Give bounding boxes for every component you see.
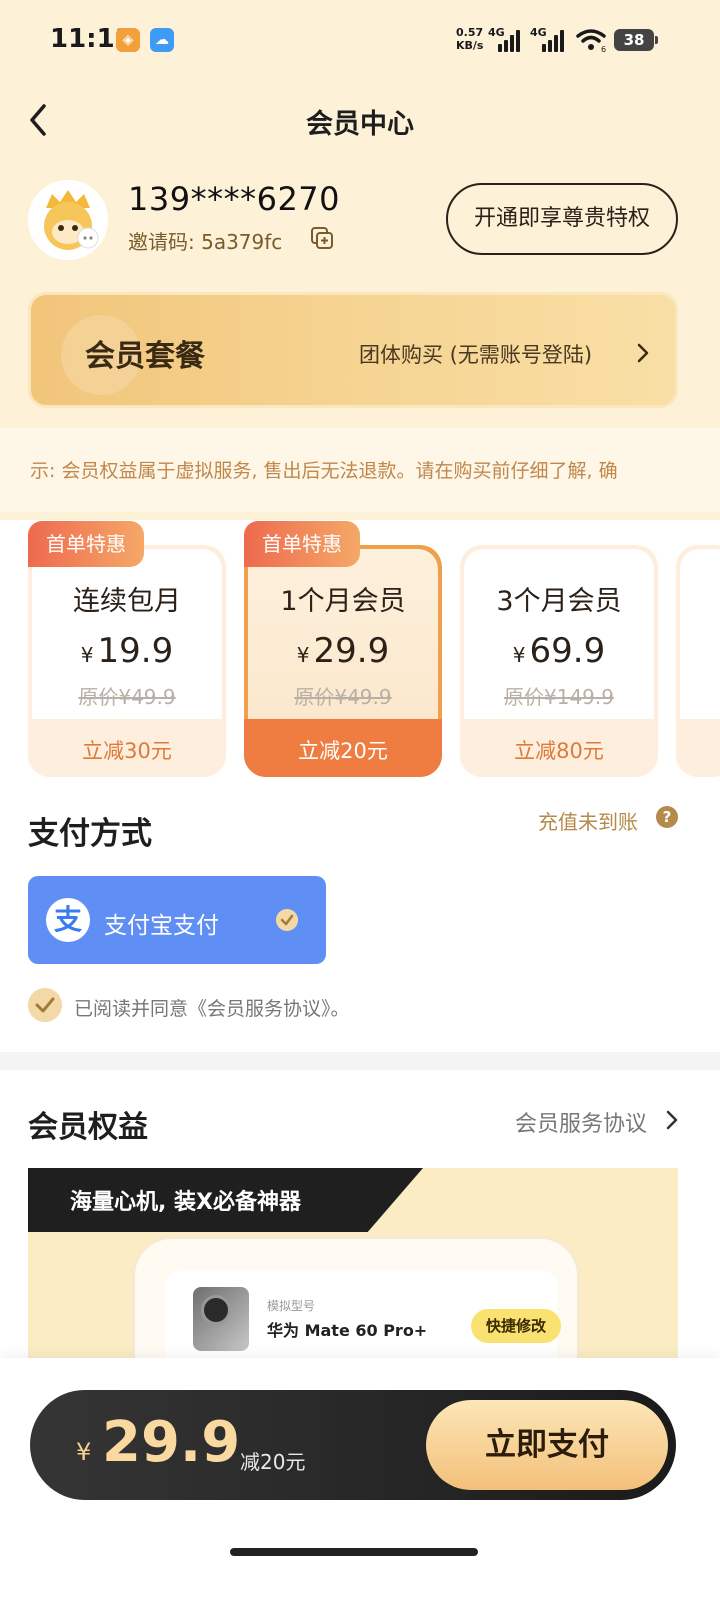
home-indicator[interactable] — [230, 1548, 478, 1556]
plan-price-value: 19.9 — [97, 631, 174, 671]
alipay-label: 支付宝支付 — [104, 913, 219, 939]
plan-price: ¥19.9 — [32, 631, 222, 671]
status-bar: 11:11 ◈ ☁ 0.57 KB/s 4G 4G 6 38 — [0, 0, 720, 84]
alipay-option[interactable]: 支 支付宝支付 — [28, 876, 326, 964]
plan-original-price: 原价¥149.9 — [504, 685, 614, 709]
section-divider — [0, 1052, 720, 1070]
plan-body: 连续包月 ¥19.9 原价¥49.9 — [32, 549, 222, 719]
plan-body: 3个月会员 ¥69.9 原价¥149.9 — [464, 549, 654, 719]
plan-card-next[interactable] — [676, 545, 720, 777]
plan-name: 连续包月 — [73, 586, 181, 617]
plan-name: 1个月会员 — [280, 586, 406, 617]
currency-symbol: ¥ — [80, 643, 94, 667]
user-phone: 139****6270 — [128, 180, 341, 218]
phone-image — [193, 1287, 249, 1351]
weather-app-icon: ☁ — [150, 28, 174, 52]
wifi-icon: 6 — [576, 29, 606, 52]
invite-code: 邀请码: 5a379fc — [128, 230, 283, 254]
plan-price-value: 69.9 — [529, 631, 606, 671]
quick-edit-badge: 快捷修改 — [471, 1309, 561, 1343]
check-icon — [276, 909, 298, 931]
chevron-right-icon — [666, 1110, 678, 1130]
currency-symbol: ¥ — [512, 643, 526, 667]
notice-bar: 示: 会员权益属于虚拟服务, 售出后无法退款。请在购买前仔细了解, 确 — [0, 428, 720, 512]
first-order-tag: 首单特惠 — [244, 521, 360, 567]
total-discount: 减20元 — [240, 1450, 306, 1474]
banner-title: 海量心机, 装X必备神器 — [70, 1190, 301, 1215]
plan-card-3-month[interactable]: 3个月会员 ¥69.9 原价¥149.9 立减80元 — [460, 545, 658, 777]
network-speed-unit: KB/s — [456, 39, 484, 52]
benefits-title: 会员权益 — [28, 1110, 148, 1145]
avatar[interactable] — [28, 180, 108, 260]
service-agreement-link[interactable]: 会员服务协议 — [515, 1106, 647, 1138]
payment-method-title: 支付方式 — [28, 816, 152, 852]
group-buy-link[interactable]: 团体购买 (无需账号登陆) — [359, 339, 592, 369]
plan-discount: 立减30元 — [82, 739, 172, 763]
plan-card-monthly-auto[interactable]: 连续包月 ¥19.9 原价¥49.9 立减30元 — [28, 545, 226, 777]
chevron-right-icon — [637, 343, 649, 363]
plan-discount: 立减80元 — [514, 739, 604, 763]
demo-model-name: 华为 Mate 60 Pro+ — [267, 1321, 428, 1340]
package-title: 会员套餐 — [85, 339, 205, 374]
demo-sub-label: 模拟型号 — [267, 1299, 316, 1313]
wifi-channel: 6 — [601, 45, 606, 52]
membership-package-card[interactable]: 会员套餐 团体购买 (无需账号登陆) — [28, 292, 678, 408]
network-speed-value: 0.57 — [456, 26, 484, 39]
plan-original-price: 原价¥49.9 — [294, 685, 392, 709]
agreement-text[interactable]: 已阅读并同意《会员服务协议》。 — [74, 994, 350, 1021]
activate-vip-button[interactable]: 开通即享尊贵特权 — [446, 183, 678, 255]
copy-icon[interactable] — [310, 226, 334, 250]
plan-card-1-month[interactable]: 1个月会员 ¥29.9 原价¥49.9 立减20元 — [244, 545, 442, 777]
first-order-tag: 首单特惠 — [28, 521, 144, 567]
notice-text: 示: 会员权益属于虚拟服务, 售出后无法退款。请在购买前仔细了解, 确 — [30, 460, 618, 482]
battery-indicator: 38 — [614, 29, 658, 51]
signal-icon-2 — [540, 30, 566, 52]
network-speed: 0.57 KB/s — [456, 26, 483, 52]
phone-mockup: 模拟型号 华为 Mate 60 Pro+ 快捷修改 — [132, 1236, 580, 1358]
plan-body: 1个月会员 ¥29.9 原价¥49.9 — [248, 549, 438, 719]
recharge-help-link[interactable]: 充值未到账 — [538, 806, 638, 835]
plan-list: 连续包月 ¥19.9 原价¥49.9 立减30元 1个月会员 ¥29.9 原价¥… — [0, 520, 720, 780]
agreement-checkbox[interactable] — [28, 988, 62, 1022]
signal-icon — [496, 30, 522, 52]
benefit-banner[interactable]: 海量心机, 装X必备神器 模拟型号 华为 Mate 60 Pro+ 快捷修改 — [28, 1168, 678, 1358]
demo-model-row: 模拟型号 华为 Mate 60 Pro+ 快捷修改 — [165, 1271, 561, 1358]
plan-price-value: 29.9 — [313, 631, 390, 671]
checkout-bar: ¥ 29.9 减20元 立即支付 — [30, 1390, 676, 1500]
plan-body — [680, 549, 720, 719]
question-icon[interactable]: ? — [656, 806, 678, 828]
pay-now-button[interactable]: 立即支付 — [426, 1400, 668, 1490]
plan-discount: 立减20元 — [298, 739, 388, 763]
page-title: 会员中心 — [306, 109, 414, 140]
currency-symbol: ¥ — [296, 643, 310, 667]
total-price: 29.9 — [102, 1410, 241, 1475]
notification-app-icon: ◈ — [116, 28, 140, 52]
plan-name: 3个月会员 — [496, 586, 622, 617]
plan-original-price: 原价¥49.9 — [78, 685, 176, 709]
alipay-icon: 支 — [46, 898, 90, 942]
plan-price: ¥29.9 — [248, 631, 438, 671]
plan-price: ¥69.9 — [464, 631, 654, 671]
total-currency: ¥ — [76, 1438, 92, 1466]
